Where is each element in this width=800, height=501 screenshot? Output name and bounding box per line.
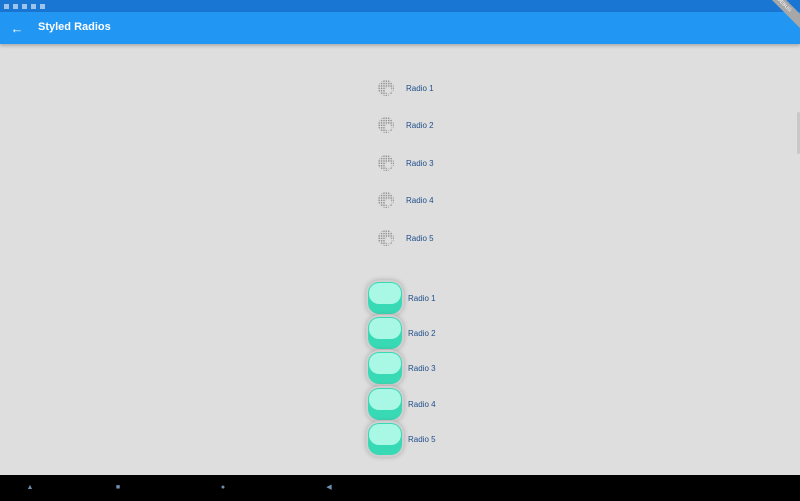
- radio-option-b-1[interactable]: Radio 1: [368, 282, 436, 314]
- dotted-radio-icon[interactable]: [378, 155, 394, 171]
- rounded-radio-button[interactable]: [368, 317, 402, 349]
- radio-option-b-2[interactable]: Radio 2: [368, 317, 436, 349]
- status-icon: [40, 3, 45, 9]
- system-nav-bar: ▲ ■ ● ◀: [0, 475, 800, 501]
- status-icon: [31, 3, 36, 9]
- radio-option-a-5[interactable]: Radio 5: [378, 230, 434, 246]
- radio-label: Radio 3: [408, 363, 436, 373]
- radio-label: Radio 1: [406, 83, 434, 93]
- status-bar: [0, 0, 800, 12]
- app-bar: ← Styled Radios: [0, 12, 800, 44]
- radio-label: Radio 2: [408, 328, 436, 338]
- status-icon: [22, 3, 27, 9]
- radio-option-b-5[interactable]: Radio 5: [368, 423, 436, 455]
- status-icons: [4, 2, 45, 10]
- page-title: Styled Radios: [38, 21, 111, 33]
- status-icon: [13, 3, 18, 9]
- dotted-radio-icon[interactable]: [378, 192, 394, 208]
- rounded-radio-button[interactable]: [368, 282, 402, 314]
- radio-label: Radio 1: [408, 293, 436, 303]
- radio-label: Radio 5: [408, 434, 436, 444]
- dotted-radio-icon[interactable]: [378, 80, 394, 96]
- rounded-radio-button[interactable]: [368, 352, 402, 384]
- radio-label: Radio 4: [408, 399, 436, 409]
- up-icon[interactable]: ▲: [25, 483, 35, 493]
- radio-option-a-1[interactable]: Radio 1: [378, 80, 434, 96]
- radio-label: Radio 2: [406, 120, 434, 130]
- radio-option-a-4[interactable]: Radio 4: [378, 192, 434, 208]
- status-icon: [4, 3, 9, 9]
- radio-label: Radio 3: [406, 158, 434, 168]
- back-button[interactable]: ←: [8, 19, 26, 37]
- home-icon[interactable]: ●: [218, 483, 228, 493]
- rounded-radio-button[interactable]: [368, 388, 402, 420]
- recents-icon[interactable]: ■: [113, 483, 123, 493]
- rounded-radio-button[interactable]: [368, 423, 402, 455]
- radio-option-b-3[interactable]: Radio 3: [368, 352, 436, 384]
- radio-option-a-3[interactable]: Radio 3: [378, 155, 434, 171]
- radio-option-a-2[interactable]: Radio 2: [378, 117, 434, 133]
- dotted-radio-icon[interactable]: [378, 117, 394, 133]
- radio-label: Radio 5: [406, 233, 434, 243]
- arrow-left-icon: ←: [10, 20, 24, 36]
- back-icon[interactable]: ◀: [324, 483, 334, 493]
- dotted-radio-icon[interactable]: [378, 230, 394, 246]
- radio-label: Radio 4: [406, 195, 434, 205]
- radio-option-b-4[interactable]: Radio 4: [368, 388, 436, 420]
